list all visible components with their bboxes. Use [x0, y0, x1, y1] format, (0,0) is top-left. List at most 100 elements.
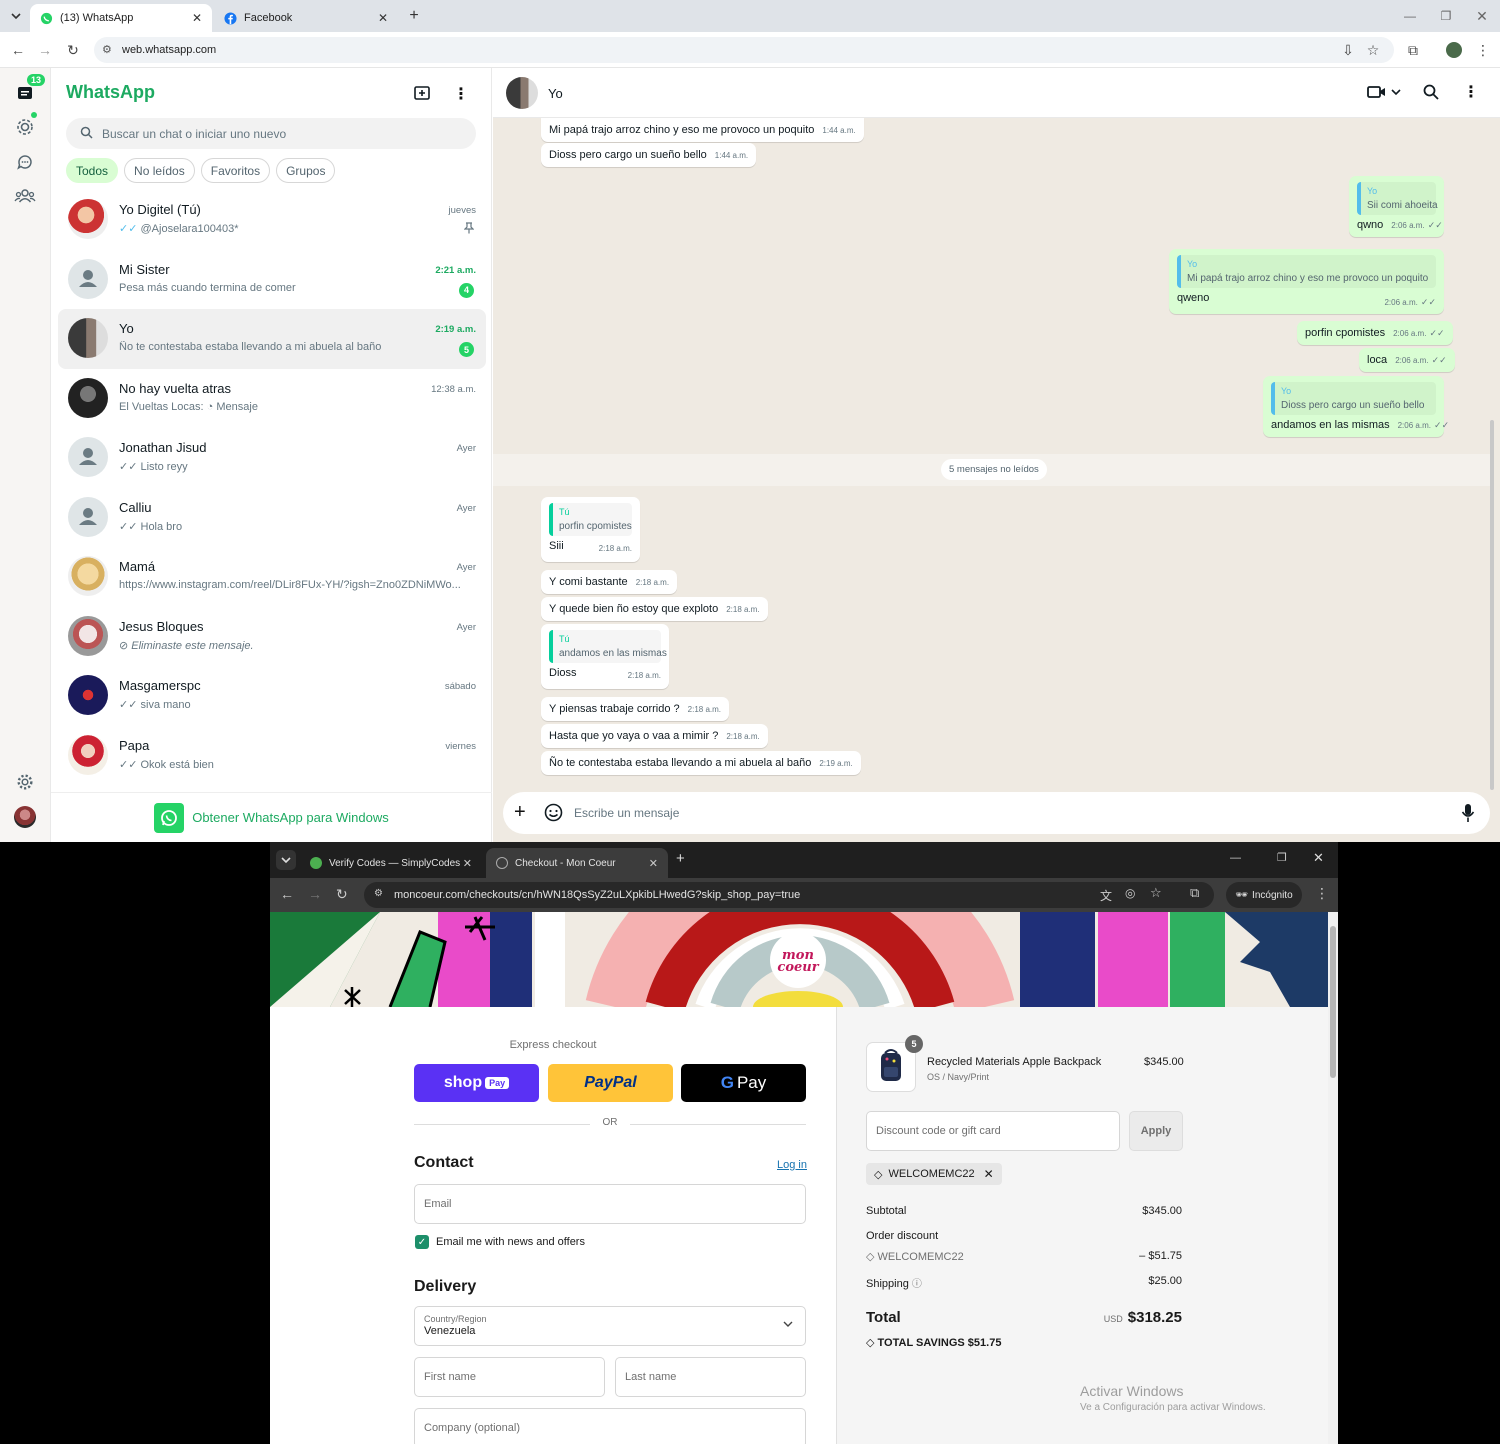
chat-list-item[interactable]: Jonathan Jisud ✓✓ Listo reyy Ayer [58, 428, 486, 488]
message-in[interactable]: Tú porfin cpomistes Siii 2:18 a.m. [541, 497, 640, 562]
back-icon[interactable]: ← [280, 886, 294, 902]
quoted-message[interactable]: Yo Sii comi ahoeita [1357, 182, 1438, 215]
status-icon[interactable] [13, 112, 37, 139]
first-name-field[interactable]: First name [414, 1357, 605, 1397]
email-field[interactable]: Email [414, 1184, 806, 1224]
filter-groups[interactable]: Grupos [276, 158, 336, 183]
message-out[interactable]: porfin cpomistes 2:06 a.m. ✓✓ [1297, 321, 1453, 345]
emoji-icon[interactable] [544, 803, 563, 822]
close-tab-icon[interactable]: ✕ [463, 857, 472, 870]
help-icon[interactable]: ⓘ [912, 1279, 922, 1290]
filter-favorites[interactable]: Favoritos [200, 158, 271, 183]
bookmark-star-icon[interactable]: ☆ [1363, 40, 1383, 60]
tab-search-button[interactable] [6, 6, 26, 26]
close-tab-icon[interactable]: ✕ [378, 11, 388, 25]
chat-list-item[interactable]: Masgamerspc ✓✓ siva mano sábado [58, 666, 486, 726]
quoted-message[interactable]: Tú porfin cpomistes [549, 503, 632, 536]
profile-avatar[interactable] [13, 805, 37, 829]
settings-gear-icon[interactable] [13, 770, 37, 794]
quoted-message[interactable]: Yo Dioss pero cargo un sueño bello [1271, 382, 1436, 415]
close-window-button[interactable]: ✕ [1313, 850, 1324, 866]
message-in[interactable]: Y quede bien ño estoy que exploto 2:18 a.… [541, 597, 768, 621]
message-in[interactable]: Dioss pero cargo un sueño bello 1:44 a.m. [541, 143, 757, 167]
message-out[interactable]: Yo Sii comi ahoeita qwno 2:06 a.m. ✓✓ [1349, 176, 1444, 237]
back-icon[interactable]: ← [8, 40, 28, 60]
browser-menu-icon[interactable]: ⋮ [1473, 40, 1493, 60]
quoted-message[interactable]: Yo Mi papá trajo arroz chino y eso me pro… [1177, 255, 1436, 288]
scrollbar-thumb[interactable] [1330, 926, 1336, 1078]
profile-avatar[interactable] [1444, 40, 1464, 60]
chat-list-item[interactable]: Mamá https://www.instagram.com/reel/DLir… [58, 547, 486, 607]
new-tab-button[interactable]: + [404, 6, 424, 26]
install-app-icon[interactable]: ⇩ [1338, 40, 1358, 60]
chat-list-item[interactable]: Yo Ño te contestaba estaba llevando a mi… [58, 309, 486, 369]
minimize-button[interactable]: — [1230, 852, 1241, 864]
discount-code-field[interactable]: Discount code or gift card [866, 1111, 1120, 1151]
close-tab-icon[interactable]: ✕ [192, 11, 202, 25]
forward-icon[interactable]: → [35, 40, 55, 60]
close-tab-icon[interactable]: ✕ [649, 857, 658, 870]
incognito-indicator[interactable]: 🕶 Incógnito [1226, 882, 1302, 908]
chat-list-item[interactable]: Yo Digitel (Tú) ✓✓ @Ajoselara100403* jue… [58, 190, 486, 250]
message-in[interactable]: Tú andamos en las mismas Dioss 2:18 a.m. [541, 624, 669, 689]
tab-checkout[interactable]: Checkout - Mon Coeur ✕ [486, 848, 668, 878]
translate-icon[interactable]: 文 [1100, 887, 1112, 904]
menu-kebab-icon[interactable]: ⋮ [451, 84, 471, 104]
filter-unread[interactable]: No leídos [124, 158, 195, 183]
site-info-icon[interactable]: ⚙ [102, 43, 112, 56]
avatar[interactable] [506, 77, 538, 109]
bookmark-star-icon[interactable]: ☆ [1150, 885, 1162, 901]
url-field[interactable]: ⚙ moncoeur.com/checkouts/cn/hWN18QsSyZ2u… [364, 882, 1214, 908]
message-in[interactable]: Ño te contestaba estaba llevando a mi ab… [541, 751, 861, 775]
video-call-icon[interactable] [1367, 84, 1401, 100]
chat-list-item[interactable]: Calliu ✓✓ Hola bro Ayer [58, 488, 486, 548]
restore-button[interactable]: ❐ [1277, 851, 1287, 864]
message-out[interactable]: loca 2:06 a.m. ✓✓ [1359, 348, 1455, 372]
brand-logo[interactable]: mon coeur [770, 949, 826, 974]
communities-icon[interactable] [13, 184, 37, 208]
restore-button[interactable]: ❐ [1428, 0, 1464, 32]
extensions-icon[interactable]: ⧉ [1403, 40, 1423, 60]
message-in[interactable]: Y piensas trabaje corrido ? 2:18 a.m. [541, 697, 730, 721]
tab-search-button[interactable] [276, 850, 296, 870]
attach-plus-icon[interactable]: + [514, 802, 526, 822]
message-in[interactable]: Y comi bastante 2:18 a.m. [541, 570, 678, 594]
filter-all[interactable]: Todos [66, 158, 119, 183]
message-out[interactable]: Yo Mi papá trajo arroz chino y eso me pro… [1169, 249, 1444, 314]
new-chat-icon[interactable] [413, 84, 433, 104]
chat-search-input[interactable]: Buscar un chat o iniciar uno nuevo [66, 118, 476, 149]
minimize-button[interactable]: — [1392, 0, 1428, 32]
quoted-message[interactable]: Tú andamos en las mismas [549, 630, 667, 663]
extensions-icon[interactable]: ⧉ [1190, 885, 1199, 901]
country-select[interactable]: Country/Region Venezuela [414, 1306, 806, 1346]
chat-list-item[interactable]: No hay vuelta atras El Vueltas Locas: ◔ … [58, 369, 486, 429]
company-field[interactable]: Company (optional) [414, 1408, 806, 1444]
new-tab-button[interactable]: + [676, 850, 685, 867]
site-info-icon[interactable]: ⚙ [374, 888, 383, 899]
message-out[interactable]: Yo Dioss pero cargo un sueño bello andamo… [1263, 376, 1449, 437]
get-windows-app-link[interactable]: Obtener WhatsApp para Windows [51, 792, 492, 842]
last-name-field[interactable]: Last name [615, 1357, 806, 1397]
chat-list-item[interactable]: Mi Sister Pesa más cuando termina de com… [58, 250, 486, 310]
login-link[interactable]: Log in [777, 1159, 807, 1171]
tab-whatsapp[interactable]: (13) WhatsApp ✕ [30, 4, 212, 32]
browser-menu-icon[interactable]: ⋮ [1315, 885, 1329, 902]
microphone-icon[interactable] [1461, 803, 1475, 823]
menu-kebab-icon[interactable]: ⋮ [1463, 82, 1479, 102]
google-pay-button[interactable]: G Pay [681, 1064, 806, 1102]
apply-button[interactable]: Apply [1129, 1111, 1183, 1151]
newsletter-checkbox[interactable]: ✓ [415, 1235, 429, 1249]
close-window-button[interactable]: ✕ [1464, 0, 1500, 32]
forward-icon[interactable]: → [308, 886, 322, 902]
paypal-button[interactable]: PayPal [548, 1064, 673, 1102]
reload-icon[interactable]: ↻ [63, 40, 83, 60]
chat-list-item[interactable]: Jesus Bloques ⊘ Eliminaste este mensaje.… [58, 607, 486, 667]
url-field[interactable]: ⚙ web.whatsapp.com [94, 37, 1394, 63]
search-icon[interactable] [1423, 84, 1439, 100]
message-in[interactable]: Hasta que yo vaya o vaa a mimir ? 2:18 a.… [541, 724, 768, 748]
message-input[interactable]: Escribe un mensaje [574, 806, 679, 820]
remove-code-icon[interactable]: ✕ [984, 1167, 994, 1181]
tracking-protection-icon[interactable]: ◎ [1125, 886, 1135, 900]
scrollbar[interactable] [1490, 420, 1494, 790]
tab-facebook[interactable]: Facebook ✕ [214, 4, 398, 32]
